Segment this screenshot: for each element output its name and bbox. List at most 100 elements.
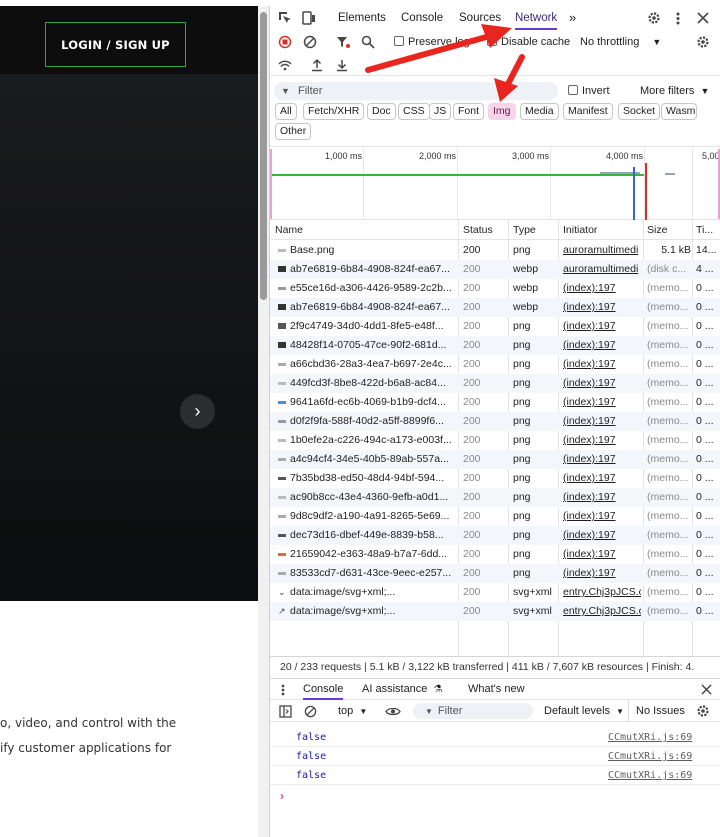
log-levels-dropdown[interactable]: Default levels ▼	[544, 700, 624, 723]
table-row[interactable]: 2f9c4749-34d0-4dd1-8fe5-e48f... 200 png (in…	[270, 317, 720, 336]
table-row[interactable]: ⌄ data:image/svg+xml;... 200 svg+xml entry.C…	[270, 583, 720, 602]
cell-initiator[interactable]: (index):197	[563, 564, 641, 583]
table-row[interactable]: a66cbd36-28a3-4ea7-b697-2e4c... 200 png (in…	[270, 355, 720, 374]
disable-cache-checkbox[interactable]: Disable cache	[487, 30, 570, 54]
cell-initiator[interactable]: (index):197	[563, 526, 641, 545]
inspect-element-icon[interactable]	[278, 11, 292, 25]
type-filter-font[interactable]: Font	[453, 103, 485, 120]
table-row[interactable]: 449fcd3f-8be8-422d-b6a8-ac84... 200 png (in…	[270, 374, 720, 393]
cell-initiator[interactable]: (index):197	[563, 450, 641, 469]
cell-initiator[interactable]: (index):197	[563, 279, 641, 298]
type-filter-wasm[interactable]: Wasm	[661, 103, 697, 120]
cell-initiator[interactable]: (index):197	[563, 317, 641, 336]
record-stop-icon[interactable]	[278, 35, 292, 49]
cell-initiator[interactable]: (index):197	[563, 355, 641, 374]
close-devtools-icon[interactable]	[696, 11, 710, 25]
cell-initiator[interactable]: (index):197	[563, 545, 641, 564]
table-row[interactable]: 83533cd7-d631-43ce-9eec-e257... 200 png (in…	[270, 564, 720, 583]
filter-funnel-icon[interactable]	[336, 35, 350, 49]
console-source-link[interactable]: CCmutXRi.js:69	[608, 766, 692, 785]
column-header-time[interactable]: Ti...	[696, 220, 720, 240]
cell-initiator[interactable]: (index):197	[563, 469, 641, 488]
cell-initiator[interactable]: (index):197	[563, 393, 641, 412]
cell-initiator[interactable]: (index):197	[563, 507, 641, 526]
cell-initiator[interactable]: (index):197	[563, 374, 641, 393]
console-settings-gear-icon[interactable]	[696, 704, 710, 718]
timeline-start-handle[interactable]	[270, 149, 272, 219]
console-source-link[interactable]: CCmutXRi.js:69	[608, 728, 692, 747]
table-row[interactable]: dec73d16-dbef-449e-8839-b58... 200 png (ind…	[270, 526, 720, 545]
table-row[interactable]: 21659042-e363-48a9-b7a7-6dd... 200 png (ind…	[270, 545, 720, 564]
tab-sources[interactable]: Sources	[459, 6, 501, 30]
type-filter-img[interactable]: Img	[488, 103, 516, 120]
type-filter-css[interactable]: CSS	[398, 103, 430, 120]
table-row[interactable]: ↗ data:image/svg+xml;... 200 svg+xml entry.C…	[270, 602, 720, 621]
drawer-menu-icon[interactable]	[280, 683, 286, 697]
context-selector[interactable]: top ▼	[338, 700, 367, 723]
network-settings-gear-icon[interactable]	[696, 35, 710, 49]
table-row[interactable]: Base.png 200 png auroramultimedi 5.1 kB 14...	[270, 241, 720, 260]
throttling-select[interactable]: No throttling ▼	[580, 30, 661, 54]
type-filter-js[interactable]: JS	[429, 103, 452, 120]
scrollbar-thumb[interactable]	[260, 12, 267, 300]
column-header-name[interactable]: Name	[275, 220, 455, 240]
table-row[interactable]: a4c94cf4-34e5-40b5-89ab-557a... 200 png (in…	[270, 450, 720, 469]
table-row[interactable]: ac90b8cc-43e4-4360-9efb-a0d1... 200 png (in…	[270, 488, 720, 507]
cell-initiator[interactable]: (index):197	[563, 431, 641, 450]
cell-initiator[interactable]: (index):197	[563, 412, 641, 431]
kebab-menu-icon[interactable]	[674, 11, 682, 25]
tab-elements[interactable]: Elements	[338, 6, 386, 30]
clear-console-icon[interactable]	[303, 704, 317, 718]
login-signup-button[interactable]: LOGIN / SIGN UP	[45, 22, 186, 67]
live-expression-eye-icon[interactable]	[385, 705, 401, 717]
preserve-log-checkbox[interactable]: Preserve log	[394, 30, 470, 54]
search-icon[interactable]	[361, 35, 375, 49]
type-filter-socket[interactable]: Socket	[618, 103, 661, 120]
table-row[interactable]: 1b0efe2a-c226-494c-a173-e003f... 200 png (i…	[270, 431, 720, 450]
page-scrollbar[interactable]	[258, 6, 269, 837]
invert-checkbox[interactable]: Invert	[568, 80, 610, 102]
drawer-tab-console[interactable]: Console	[303, 679, 344, 700]
console-source-link[interactable]: CCmutXRi.js:69	[608, 747, 692, 766]
table-row[interactable]: 48428f14-0705-47ce-90f2-681d... 200 png (in…	[270, 336, 720, 355]
table-row[interactable]: d0f2f9fa-588f-40d2-a5ff-8899f6... 200 png (…	[270, 412, 720, 431]
cell-initiator[interactable]: entry.Chj3pJCS.c	[563, 602, 641, 621]
settings-gear-icon[interactable]	[647, 11, 661, 25]
cell-initiator[interactable]: auroramultimedi	[563, 260, 641, 279]
more-tabs-button[interactable]: »	[569, 6, 576, 30]
column-header-size[interactable]: Size	[647, 220, 689, 240]
timeline-overview[interactable]: 1,000 ms 2,000 ms 3,000 ms 4,000 ms 5,00	[270, 146, 720, 221]
cell-initiator[interactable]: (index):197	[563, 298, 641, 317]
cell-initiator[interactable]: auroramultimedi	[563, 241, 641, 260]
drawer-tab-ai-assistance[interactable]: AI assistance ⚗	[362, 679, 442, 700]
tab-console[interactable]: Console	[401, 6, 443, 30]
drawer-tab-whats-new[interactable]: What's new	[468, 679, 525, 700]
column-header-status[interactable]: Status	[463, 220, 508, 240]
column-header-type[interactable]: Type	[513, 220, 558, 240]
clear-icon[interactable]	[303, 35, 317, 49]
cell-initiator[interactable]: (index):197	[563, 488, 641, 507]
close-drawer-icon[interactable]	[700, 683, 712, 695]
cell-initiator[interactable]: entry.Chj3pJCS.c	[563, 583, 641, 602]
export-har-icon[interactable]	[335, 58, 349, 72]
sidebar-toggle-icon[interactable]	[278, 704, 292, 718]
type-filter-doc[interactable]: Doc	[367, 103, 396, 120]
more-filters-dropdown[interactable]: More filters ▼	[640, 80, 709, 102]
table-row[interactable]: ab7e6819-6b84-4908-824f-ea67... 200 webp (i…	[270, 298, 720, 317]
network-filter-input[interactable]: ▼ Filter	[274, 82, 558, 100]
type-filter-all[interactable]: All	[275, 103, 297, 120]
table-row[interactable]: 9d8c9df2-a190-4a91-8265-5e69... 200 png (in…	[270, 507, 720, 526]
type-filter-fetch-xhr[interactable]: Fetch/XHR	[303, 103, 365, 120]
table-row[interactable]: 9641a6fd-ec6b-4069-b1b9-dcf4... 200 png (in…	[270, 393, 720, 412]
device-toolbar-icon[interactable]	[302, 11, 316, 25]
network-conditions-icon[interactable]	[278, 58, 292, 72]
import-har-icon[interactable]	[310, 58, 324, 72]
console-filter-input[interactable]: ▼ Filter	[413, 703, 533, 719]
column-header-initiator[interactable]: Initiator	[563, 220, 643, 240]
issues-counter[interactable]: No Issues	[628, 700, 685, 722]
carousel-next-button[interactable]: ›	[180, 394, 215, 429]
type-filter-manifest[interactable]: Manifest	[563, 103, 613, 120]
console-prompt[interactable]: ›	[270, 787, 720, 807]
type-filter-media[interactable]: Media	[520, 103, 559, 120]
tab-network[interactable]: Network	[515, 6, 558, 30]
